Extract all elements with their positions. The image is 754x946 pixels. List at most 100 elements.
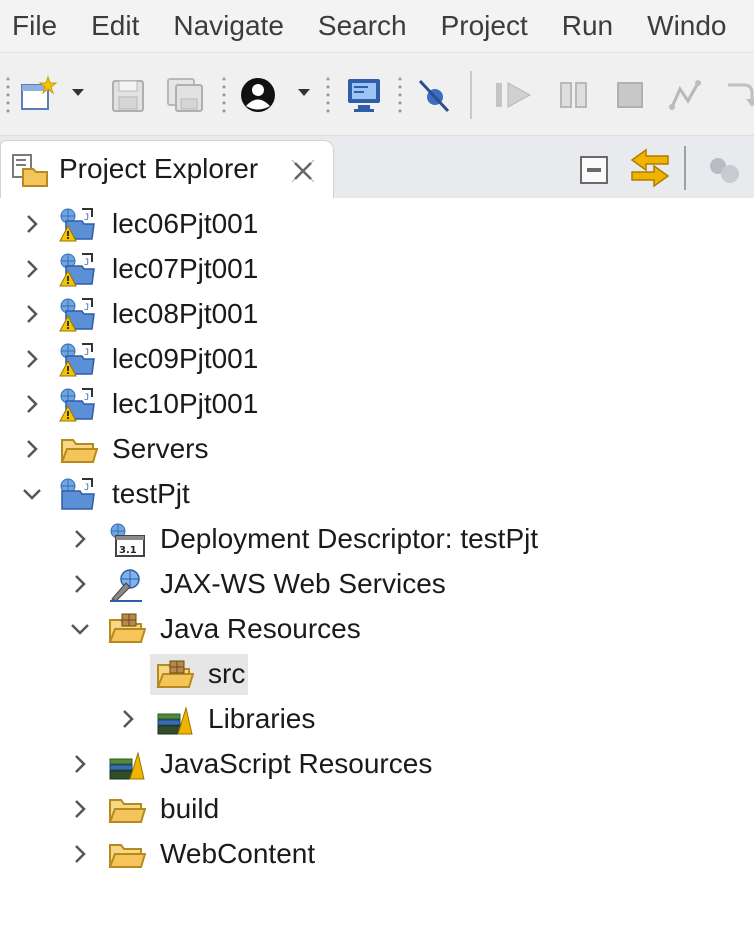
chevron-right-icon[interactable] (20, 212, 44, 236)
chevron-right-icon[interactable] (68, 572, 92, 596)
collapse-all-icon[interactable] (578, 154, 610, 191)
tree-item-label: src (208, 658, 246, 689)
chevron-down-icon[interactable] (68, 617, 92, 641)
folder-icon (108, 799, 146, 823)
tree-item-label: lec10Pjt001 (112, 388, 259, 419)
toolbar-separator (684, 146, 686, 190)
resume-icon (492, 75, 536, 115)
web-project-icon: J (60, 478, 95, 510)
menu-search[interactable]: Search (318, 0, 407, 52)
dropdown-arrow-icon[interactable] (296, 85, 312, 125)
chevron-right-icon[interactable] (20, 437, 44, 461)
web-project-warning-icon: J (59, 388, 95, 422)
chevron-right-icon[interactable] (68, 842, 92, 866)
tree-item-label: Java Resources (160, 613, 361, 644)
toolbar-separator (222, 75, 226, 115)
close-view-icon[interactable] (289, 157, 317, 190)
tree-item-lec09pjt001[interactable]: J lec09Pjt001 (0, 337, 754, 382)
tree-item-label: lec09Pjt001 (112, 343, 259, 374)
menu-run[interactable]: Run (562, 0, 613, 52)
deployment-descriptor-icon: 3.1 (110, 523, 145, 557)
svg-text:J: J (84, 483, 89, 493)
libraries-icon (109, 751, 145, 780)
tree-item-label: lec06Pjt001 (112, 208, 259, 239)
toolbar-separator (326, 75, 330, 115)
new-wizard-icon[interactable] (18, 75, 58, 115)
main-toolbar (0, 53, 754, 136)
tree-item-label: WebContent (160, 838, 316, 869)
user-profile-icon[interactable] (238, 75, 278, 115)
tree-item-java-resources[interactable]: Java Resources (0, 607, 754, 652)
project-explorer-tab[interactable]: Project Explorer (0, 140, 334, 199)
chevron-right-icon[interactable] (68, 752, 92, 776)
tree-item-label: Servers (112, 433, 209, 464)
web-services-icon (110, 569, 142, 602)
link-with-editor-icon[interactable] (628, 148, 672, 193)
save-all-icon (164, 75, 208, 115)
tree-item-src[interactable]: src (0, 652, 754, 697)
chevron-down-icon[interactable] (20, 482, 44, 506)
svg-text:3.1: 3.1 (119, 545, 137, 556)
save-icon (108, 75, 148, 115)
libraries-icon (157, 706, 193, 735)
folder-icon (60, 439, 98, 463)
menu-navigate[interactable]: Navigate (173, 0, 284, 52)
menu-file[interactable]: File (12, 0, 57, 52)
monitor-icon[interactable] (344, 75, 384, 115)
tree-item-label: lec08Pjt001 (112, 298, 259, 329)
step-into-icon (722, 75, 754, 115)
dropdown-arrow-icon[interactable] (70, 85, 86, 125)
tree-item-lec07pjt001[interactable]: J lec07Pjt001 (0, 247, 754, 292)
tree-item-label: testPjt (112, 478, 190, 509)
project-explorer-icon (11, 153, 49, 194)
view-menu-icon[interactable] (706, 152, 746, 191)
chevron-right-icon[interactable] (20, 347, 44, 371)
web-project-warning-icon: J (59, 298, 95, 332)
svg-text:J: J (84, 348, 89, 358)
view-title: Project Explorer (59, 153, 259, 184)
terminate-icon (612, 75, 648, 115)
chevron-right-icon[interactable] (68, 527, 92, 551)
view-tab-bar: Project Explorer (0, 136, 754, 199)
tree-item-webcontent[interactable]: WebContent (0, 832, 754, 877)
svg-text:J: J (84, 393, 89, 403)
tree-item-label: JAX-WS Web Services (160, 568, 446, 599)
tree-item-lec06pjt001[interactable]: J lec06Pjt001 (0, 202, 754, 247)
svg-text:J: J (84, 258, 89, 268)
folder-icon (108, 844, 146, 868)
chevron-right-icon[interactable] (20, 392, 44, 416)
tree-item-deployment-descriptor[interactable]: 3.1 Deployment Descriptor: testPjt (0, 517, 754, 562)
tree-item-lec10pjt001[interactable]: J lec10Pjt001 (0, 382, 754, 427)
tree-item-javascript-resources[interactable]: JavaScript Resources (0, 742, 754, 787)
tree-item-build[interactable]: build (0, 787, 754, 832)
menu-window[interactable]: Windo (647, 0, 726, 52)
chevron-right-icon[interactable] (68, 797, 92, 821)
web-project-warning-icon: J (59, 253, 95, 287)
project-tree: J lec06Pjt001 J lec07Pjt001 J lec08Pjt00… (0, 198, 754, 946)
tree-item-lec08pjt001[interactable]: J lec08Pjt001 (0, 292, 754, 337)
tree-item-label: build (160, 793, 220, 824)
menu-project[interactable]: Project (441, 0, 528, 52)
svg-text:J: J (84, 303, 89, 313)
chevron-right-icon[interactable] (20, 302, 44, 326)
tree-item-label: JavaScript Resources (160, 748, 433, 779)
menu-edit[interactable]: Edit (91, 0, 139, 52)
suspend-icon (556, 75, 592, 115)
java-resources-icon (108, 613, 146, 643)
tree-item-jax-ws-web-services[interactable]: JAX-WS Web Services (0, 562, 754, 607)
toolbar-grip[interactable] (6, 75, 10, 115)
tree-item-testpjt[interactable]: J testPjt (0, 472, 754, 517)
toolbar-separator (398, 75, 402, 115)
web-project-warning-icon: J (59, 208, 95, 242)
tree-item-servers[interactable]: Servers (0, 427, 754, 472)
tree-item-label: lec07Pjt001 (112, 253, 259, 284)
chevron-right-icon[interactable] (20, 257, 44, 281)
disconnect-icon (666, 75, 706, 115)
tree-item-label: Libraries (208, 703, 316, 734)
chevron-right-icon[interactable] (116, 707, 140, 731)
svg-text:J: J (84, 213, 89, 223)
tree-item-libraries[interactable]: Libraries (0, 697, 754, 742)
skip-breakpoints-icon[interactable] (414, 75, 454, 115)
toolbar-separator (470, 71, 472, 119)
tree-item-label: Deployment Descriptor: testPjt (160, 523, 539, 554)
